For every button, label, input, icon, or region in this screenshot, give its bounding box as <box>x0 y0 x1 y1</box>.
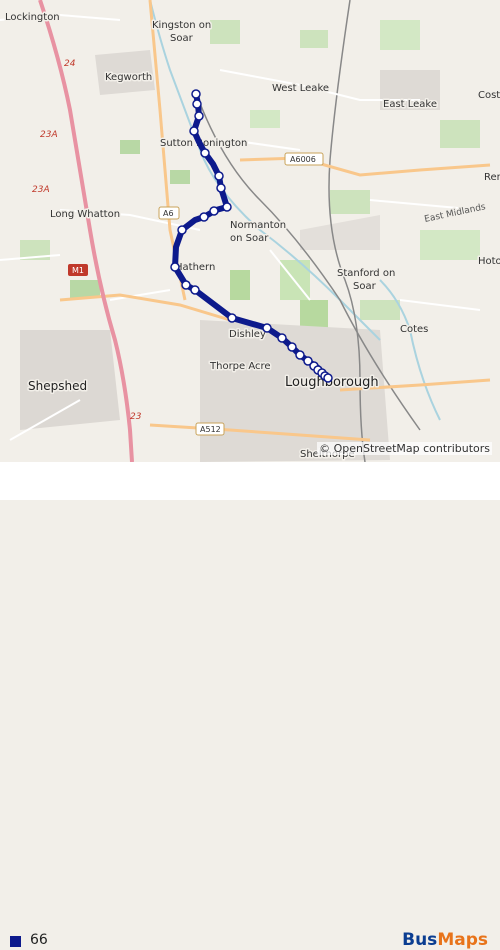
shield-m1: M1 <box>68 264 88 276</box>
map-attribution[interactable]: © OpenStreetMap contributors <box>317 442 492 455</box>
shield-a6: A6 <box>158 206 180 220</box>
bus-stop[interactable] <box>190 285 200 295</box>
place-label: Hoto <box>478 256 500 267</box>
route-label: 66 <box>30 932 48 948</box>
place-label: Kingston on <box>152 20 211 31</box>
place-label: East Leake <box>383 99 437 110</box>
bus-stop[interactable] <box>262 323 272 333</box>
place-label: Dishley <box>229 329 266 340</box>
place-label: Thorpe Acre <box>209 361 271 372</box>
bus-stop[interactable] <box>170 262 180 272</box>
brand-part-1: Bus <box>402 930 438 950</box>
bus-stop[interactable] <box>295 350 305 360</box>
svg-text:23A: 23A <box>32 185 50 195</box>
place-label: West Leake <box>272 83 329 94</box>
bus-stop[interactable] <box>200 148 210 158</box>
svg-text:M1: M1 <box>72 266 84 275</box>
bus-stop[interactable] <box>189 126 199 136</box>
bus-stop[interactable] <box>209 206 219 216</box>
bus-stop[interactable] <box>181 280 191 290</box>
svg-text:24: 24 <box>64 59 76 69</box>
svg-text:23: 23 <box>130 412 142 422</box>
shield-a6006: A6006 <box>284 152 324 166</box>
legend-bar: 66 BusMaps <box>0 462 500 950</box>
bus-stop[interactable] <box>287 342 297 352</box>
place-label: Lockington <box>5 12 60 23</box>
place-label: Soar <box>170 33 194 44</box>
bus-stop[interactable] <box>199 212 209 222</box>
shield-a512: A512 <box>195 422 225 436</box>
bus-stop[interactable] <box>222 202 232 212</box>
place-label: Shepshed <box>28 379 87 393</box>
bus-stop[interactable] <box>214 171 224 181</box>
bus-stop[interactable] <box>323 373 333 383</box>
place-label: Cotes <box>400 324 428 335</box>
busmaps-logo[interactable]: BusMaps <box>402 930 488 950</box>
svg-text:23A: 23A <box>40 130 58 140</box>
shield-23a-2: 23A <box>32 185 50 195</box>
place-label: Stanford on <box>337 268 395 279</box>
bus-stop[interactable] <box>192 99 202 109</box>
map-canvas[interactable]: 24 23A 23A M1 A6 A6006 23 A512 Lockingto… <box>0 0 500 462</box>
place-label: on Soar <box>230 233 269 244</box>
bus-stop[interactable] <box>227 313 237 323</box>
bus-stop[interactable] <box>177 225 187 235</box>
map-svg: 24 23A 23A M1 A6 A6006 23 A512 Lockingto… <box>0 0 500 462</box>
bus-stop[interactable] <box>194 111 204 121</box>
shield-23a-1: 23A <box>40 130 58 140</box>
shield-24: 24 <box>64 59 76 69</box>
place-label: Rem <box>484 172 500 183</box>
place-label: Kegworth <box>105 72 152 83</box>
place-label: Cost <box>478 90 500 101</box>
place-label: Normanton <box>230 220 286 231</box>
svg-text:A512: A512 <box>200 425 221 434</box>
route-color-swatch <box>10 936 21 947</box>
svg-text:A6: A6 <box>163 209 174 218</box>
brand-part-2: Maps <box>437 930 488 950</box>
bus-stop[interactable] <box>216 183 226 193</box>
svg-text:A6006: A6006 <box>290 155 316 164</box>
shield-23: 23 <box>130 412 142 422</box>
place-label: Soar <box>353 281 377 292</box>
bus-stop[interactable] <box>277 333 287 343</box>
bus-stop[interactable] <box>191 89 201 99</box>
place-label: Long Whatton <box>50 209 120 220</box>
